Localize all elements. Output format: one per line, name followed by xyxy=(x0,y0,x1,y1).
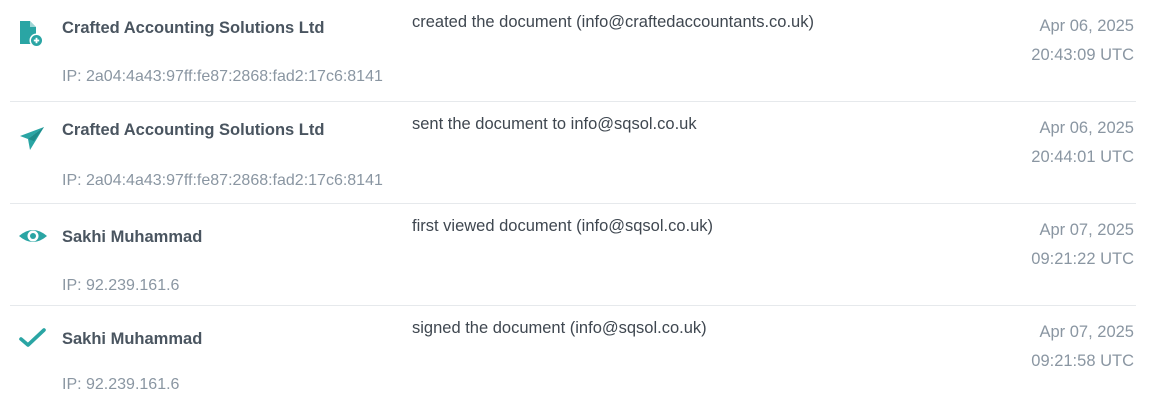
paper-plane-icon xyxy=(18,123,48,153)
checkmark-icon xyxy=(18,322,48,352)
ip-address: IP: 2a04:4a43:97ff:fe87:2868:fad2:17c6:8… xyxy=(62,172,383,189)
event-time: 09:21:22 UTC xyxy=(1031,250,1134,268)
actor-name: Sakhi Muhammad xyxy=(62,228,203,246)
actor-name: Sakhi Muhammad xyxy=(62,330,203,348)
ip-address: IP: 92.239.161.6 xyxy=(62,277,180,294)
ip-address: IP: 2a04:4a43:97ff:fe87:2868:fad2:17c6:8… xyxy=(62,68,383,85)
document-add-icon xyxy=(18,18,48,48)
event-date: Apr 06, 2025 xyxy=(1039,119,1135,137)
audit-entry: Crafted Accounting Solutions Ltd IP: 2a0… xyxy=(0,0,1164,102)
eye-icon xyxy=(18,221,48,251)
event-time: 20:44:01 UTC xyxy=(1031,148,1134,166)
action-description: sent the document to info@sqsol.co.uk xyxy=(412,115,697,133)
audit-entry: Sakhi Muhammad IP: 92.239.161.6 first vi… xyxy=(0,204,1164,306)
actor-name: Crafted Accounting Solutions Ltd xyxy=(62,121,325,139)
actor-name: Crafted Accounting Solutions Ltd xyxy=(62,19,325,37)
audit-entry: Crafted Accounting Solutions Ltd IP: 2a0… xyxy=(0,102,1164,204)
event-date: Apr 06, 2025 xyxy=(1039,17,1135,35)
audit-entry: Sakhi Muhammad IP: 92.239.161.6 signed t… xyxy=(0,306,1164,408)
event-date: Apr 07, 2025 xyxy=(1039,221,1135,239)
action-description: signed the document (info@sqsol.co.uk) xyxy=(412,319,707,337)
audit-trail-list: Crafted Accounting Solutions Ltd IP: 2a0… xyxy=(0,0,1164,403)
event-time: 09:21:58 UTC xyxy=(1031,352,1134,370)
action-description: created the document (info@craftedaccoun… xyxy=(412,13,814,31)
ip-address: IP: 92.239.161.6 xyxy=(62,376,180,393)
event-time: 20:43:09 UTC xyxy=(1031,46,1134,64)
action-description: first viewed document (info@sqsol.co.uk) xyxy=(412,217,714,235)
event-date: Apr 07, 2025 xyxy=(1039,323,1135,341)
